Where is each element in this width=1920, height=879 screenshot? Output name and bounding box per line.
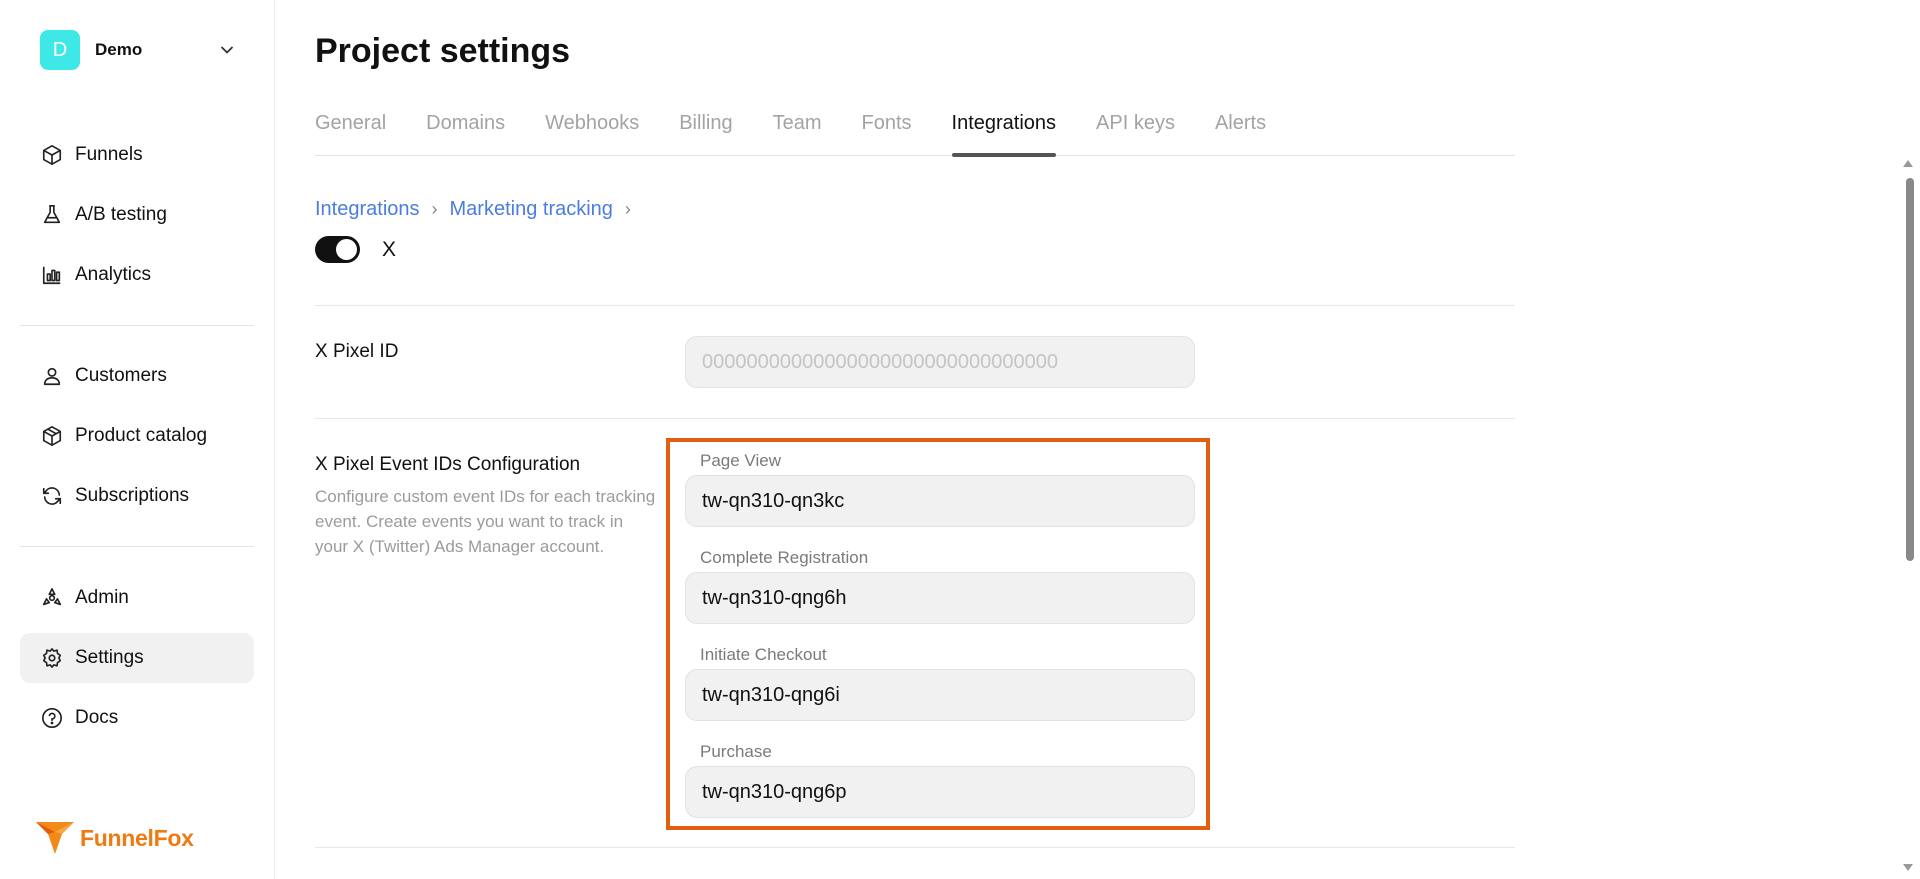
sidebar-item-label: Docs	[75, 707, 119, 728]
event-ids-title: X Pixel Event IDs Configuration	[315, 454, 581, 475]
complete-registration-label: Complete Registration	[700, 548, 869, 567]
sidebar-item-analytics[interactable]: Analytics	[20, 250, 254, 300]
sidebar-item-label: Analytics	[75, 264, 152, 285]
sidebar: D Demo Funnels A/B testing Analytics Cus…	[0, 0, 275, 879]
tab-integrations[interactable]: Integrations	[951, 112, 1056, 157]
initiate-checkout-label: Initiate Checkout	[700, 645, 827, 664]
sidebar-item-admin[interactable]: Admin	[20, 573, 254, 623]
sidebar-item-customers[interactable]: Customers	[20, 351, 254, 401]
integration-toggle-row: X	[315, 236, 396, 263]
tab-domains[interactable]: Domains	[426, 112, 505, 156]
sidebar-nav-commerce: Customers Product catalog Subscriptions	[20, 351, 254, 531]
chevron-right-icon: ›	[431, 199, 438, 219]
sidebar-item-label: Settings	[75, 647, 144, 668]
breadcrumb-integrations[interactable]: Integrations	[315, 198, 420, 221]
complete-registration-input[interactable]	[685, 572, 1195, 624]
chevron-down-icon	[221, 46, 233, 54]
tab-alerts[interactable]: Alerts	[1215, 112, 1266, 156]
sidebar-item-label: Funnels	[75, 144, 143, 165]
sidebar-nav-system: Admin Settings Docs	[20, 573, 254, 753]
admin-icon	[40, 586, 64, 610]
sidebar-item-label: Admin	[75, 587, 129, 608]
sidebar-item-funnels[interactable]: Funnels	[20, 130, 254, 180]
event-ids-description: Configure custom event IDs for each trac…	[315, 487, 656, 556]
bar-chart-icon	[40, 263, 64, 287]
breadcrumb: Integrations › Marketing tracking ›	[315, 198, 643, 221]
flask-icon	[40, 203, 64, 227]
page-title: Project settings	[315, 32, 571, 70]
user-icon	[40, 364, 64, 388]
sidebar-divider	[20, 546, 254, 547]
sidebar-item-docs[interactable]: Docs	[20, 693, 254, 743]
purchase-input[interactable]	[685, 766, 1195, 818]
toggle-knob	[336, 239, 357, 260]
breadcrumb-marketing-tracking[interactable]: Marketing tracking	[450, 198, 613, 221]
workspace-name: Demo	[95, 40, 143, 59]
brand-logo: FunnelFox	[36, 822, 194, 854]
tab-billing[interactable]: Billing	[679, 112, 732, 156]
integration-enabled-toggle[interactable]	[315, 236, 360, 263]
page-view-label: Page View	[700, 451, 781, 470]
fox-logo-icon	[36, 822, 74, 854]
gear-icon	[40, 646, 64, 670]
workspace-avatar: D	[40, 30, 80, 70]
integration-name: X	[382, 237, 397, 261]
sidebar-item-label: A/B testing	[75, 204, 167, 225]
package-icon	[40, 424, 64, 448]
help-circle-icon	[40, 706, 64, 730]
tab-team[interactable]: Team	[773, 112, 822, 156]
sidebar-nav-main: Funnels A/B testing Analytics	[20, 130, 254, 310]
sidebar-item-ab-testing[interactable]: A/B testing	[20, 190, 254, 240]
tab-api-keys[interactable]: API keys	[1096, 112, 1175, 156]
section-divider	[315, 847, 1515, 848]
section-divider	[315, 305, 1515, 306]
initiate-checkout-input[interactable]	[685, 669, 1195, 721]
pixel-id-label: X Pixel ID	[315, 341, 399, 362]
pixel-id-input[interactable]	[685, 336, 1195, 388]
scrollbar-thumb[interactable]	[1906, 178, 1914, 561]
section-divider	[315, 418, 1515, 419]
sidebar-item-settings[interactable]: Settings	[20, 633, 254, 683]
box-icon	[40, 143, 64, 167]
tab-webhooks[interactable]: Webhooks	[545, 112, 639, 156]
scroll-down-arrow-icon[interactable]	[1903, 864, 1913, 871]
page-view-input[interactable]	[685, 475, 1195, 527]
sidebar-item-label: Customers	[75, 365, 167, 386]
sidebar-item-label: Product catalog	[75, 425, 208, 446]
tab-fonts[interactable]: Fonts	[861, 112, 911, 156]
sidebar-item-subscriptions[interactable]: Subscriptions	[20, 471, 254, 521]
sidebar-divider	[20, 325, 254, 326]
brand-name: FunnelFox	[80, 824, 194, 851]
purchase-label: Purchase	[700, 742, 772, 761]
sidebar-item-product-catalog[interactable]: Product catalog	[20, 411, 254, 461]
scroll-up-arrow-icon[interactable]	[1903, 160, 1913, 167]
workspace-switcher[interactable]: D Demo	[40, 30, 255, 70]
refresh-icon	[40, 484, 64, 508]
tab-general[interactable]: General	[315, 112, 386, 156]
sidebar-item-label: Subscriptions	[75, 485, 190, 506]
chevron-right-icon: ›	[624, 199, 631, 219]
settings-tabs: General Domains Webhooks Billing Team Fo…	[315, 112, 1515, 157]
